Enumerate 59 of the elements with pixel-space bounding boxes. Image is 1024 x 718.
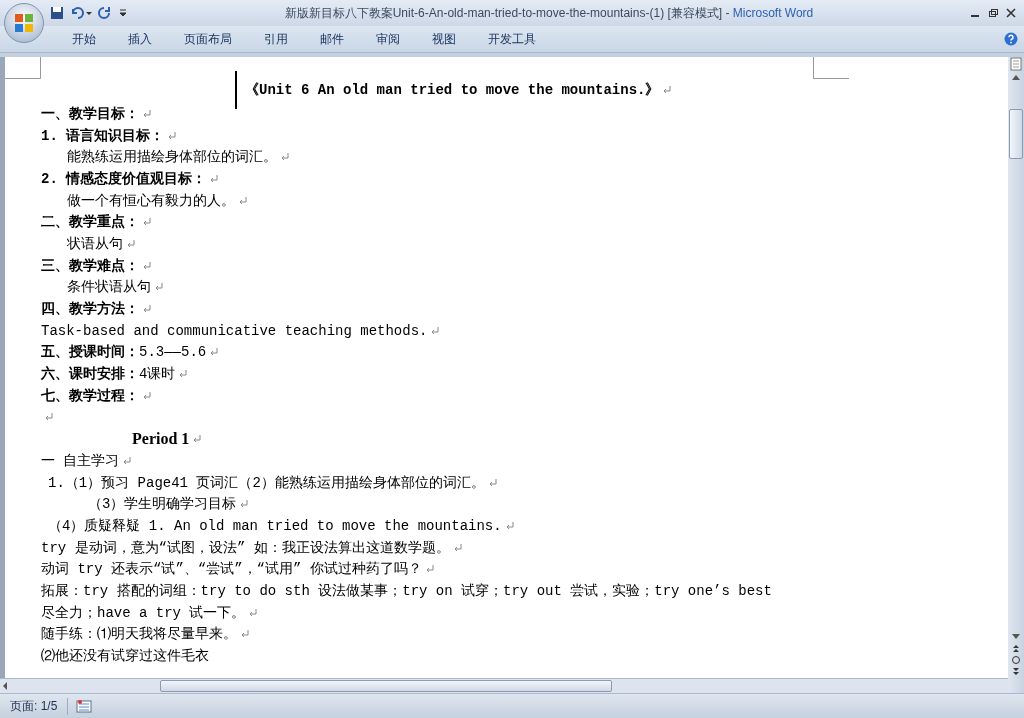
document-line: 尽全力；have a try 试一下。 (41, 603, 246, 622)
document-line: 2. 情感态度价值观目标： (41, 169, 207, 188)
margin-corner-mark (813, 57, 849, 79)
document-line: 七、教学过程： (41, 386, 139, 405)
document-line: 二、教学重点： (41, 213, 139, 232)
ribbon-tab[interactable]: 插入 (112, 26, 168, 52)
document-line: 做一个有恒心有毅力的人。 (67, 191, 235, 210)
next-page-icon[interactable] (1011, 667, 1021, 677)
document-line: try 是动词，意为“试图，设法” 如：我正设法算出这道数学题。 (41, 538, 450, 557)
office-button[interactable] (4, 3, 44, 43)
document-line: （3）学生明确学习目标 (88, 495, 237, 514)
customize-menu-icon[interactable] (118, 8, 128, 18)
ribbon-tab[interactable]: 开发工具 (472, 26, 552, 52)
document-line: 拓展：try 搭配的词组：try to do sth 设法做某事；try on 试穿；try out 尝试，实验；try one’s best (41, 581, 772, 600)
ribbon-tab[interactable]: 开始 (56, 26, 112, 52)
save-icon[interactable] (50, 6, 64, 20)
document-line: 一 自主学习 (41, 451, 120, 470)
ribbon-tab[interactable]: 邮件 (304, 26, 360, 52)
margin-corner-mark (5, 57, 41, 79)
section-heading: Period 1 (132, 430, 190, 449)
page-count: 页面: 1/5 (0, 697, 69, 715)
undo-icon[interactable] (70, 6, 92, 20)
document-line: 随手练：⑴明天我将尽量早来。 (41, 625, 237, 644)
browse-object-icon[interactable] (1011, 655, 1021, 665)
ribbon-tab[interactable]: 页面布局 (168, 26, 248, 52)
ribbon-tab[interactable]: 引用 (248, 26, 304, 52)
document-icon[interactable] (76, 699, 93, 713)
help-icon[interactable] (1004, 32, 1018, 46)
ruler-icon[interactable] (1010, 57, 1022, 71)
window-title: 新版新目标八下教案Unit-6-An-old-man-tried-to-move-the-mountains-(1) [兼容模式] - Microsoft Word (283, 4, 815, 22)
document-line: 四、教学方法： (41, 300, 139, 319)
close-icon[interactable] (1006, 8, 1016, 18)
document-line: 动词 try 还表示“试”、“尝试”，“试用” 你试过种药了吗？ (41, 560, 422, 579)
previous-page-icon[interactable] (1011, 643, 1021, 653)
document-line: 五、授课时间：5.3——5.6 (41, 343, 207, 362)
document-line: 能熟练运用描绘身体部位的词汇。 (67, 148, 277, 167)
office-logo-icon (13, 12, 35, 34)
ribbon-tab[interactable]: 视图 (416, 26, 472, 52)
scroll-down-icon[interactable] (1011, 633, 1021, 641)
scrollbar-thumb[interactable] (160, 680, 612, 692)
text-cursor (235, 71, 237, 109)
scrollbar-thumb[interactable] (1009, 109, 1023, 159)
vertical-scrollbar[interactable] (1008, 57, 1024, 693)
document-line: （4）质疑释疑 1. An old man tried to move the mountains. (48, 516, 502, 535)
document-title: 《Unit 6 An old man tried to move the mountains.》 (245, 81, 660, 99)
document-line: ⑵他还没有试穿过这件毛衣 (41, 647, 209, 666)
document-line: 六、课时安排：4课时 (41, 365, 176, 384)
scroll-up-icon[interactable] (1011, 73, 1021, 81)
redo-icon[interactable] (98, 6, 112, 20)
restore-icon[interactable] (988, 8, 998, 18)
document-line: 三、教学难点： (41, 256, 139, 275)
document-line: 1.（1）预习 Page41 页词汇（2）能熟练运用描绘身体部位的词汇。 (48, 473, 485, 492)
document-line: 条件状语从句 (67, 278, 151, 297)
document-line: 一、教学目标： (41, 104, 139, 123)
document-line: 1. 语言知识目标： (41, 126, 165, 145)
document-line: 状语从句 (67, 234, 123, 253)
horizontal-scrollbar[interactable] (0, 678, 1008, 693)
ribbon-tab[interactable]: 审阅 (360, 26, 416, 52)
document-line: Task-based and communicative teaching methods. (41, 322, 428, 339)
